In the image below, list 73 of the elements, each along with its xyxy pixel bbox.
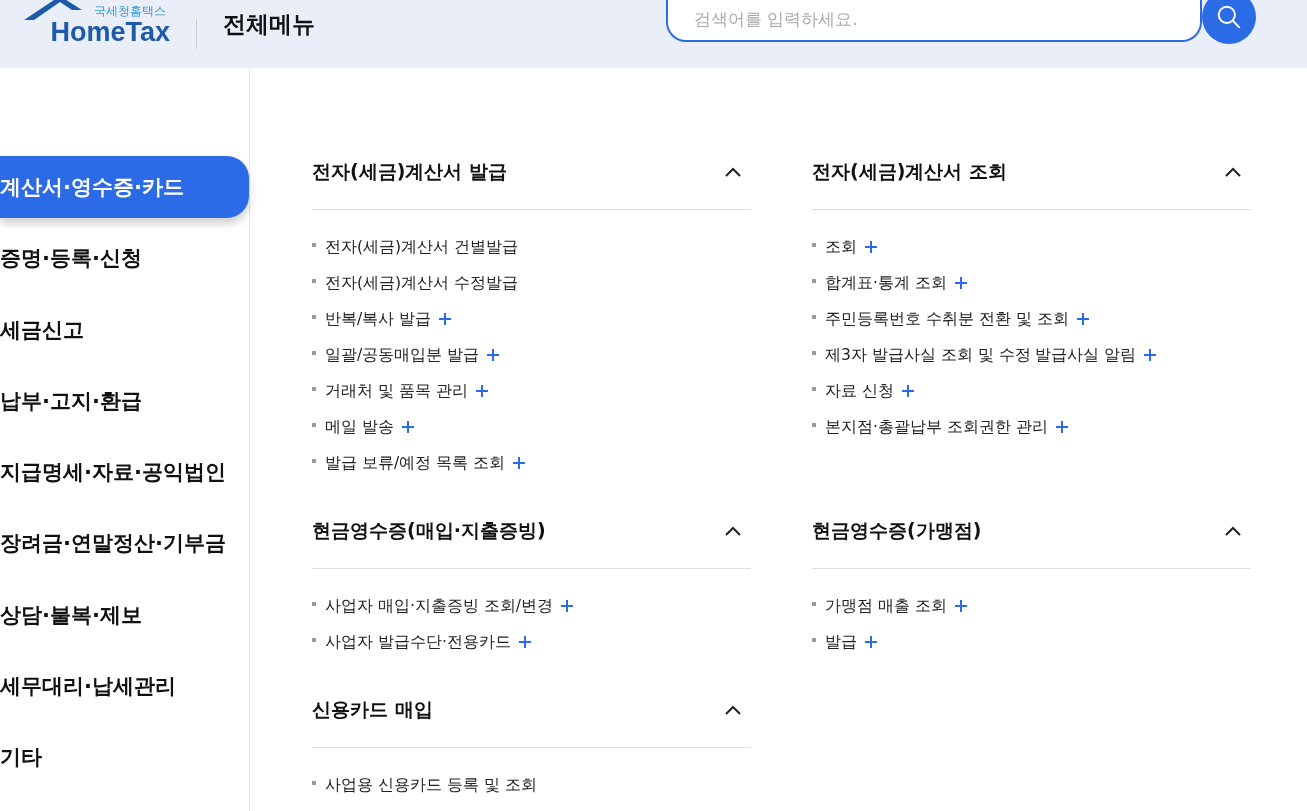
bullet-icon: [812, 315, 816, 319]
section-title: 전자(세금)계산서 조회: [812, 158, 1007, 184]
page-title: 전체메뉴: [223, 9, 315, 39]
menu-link[interactable]: 일괄/공동매입분 발급: [325, 344, 480, 366]
menu-link[interactable]: 주민등록번호 수취분 전환 및 조회: [825, 308, 1069, 330]
plus-icon[interactable]: [475, 385, 488, 397]
sidebar-item[interactable]: 증명·등록·신청: [0, 227, 249, 290]
section-title: 전자(세금)계산서 발급: [312, 158, 507, 184]
plus-icon[interactable]: [518, 636, 531, 648]
menu-link[interactable]: 합계표·통계 조회: [825, 272, 947, 294]
section-title: 신용카드 매입: [312, 696, 433, 722]
section-title: 현금영수증(매입·지출증빙): [312, 517, 546, 543]
menu-link[interactable]: 가맹점 매출 조회: [825, 595, 947, 617]
plus-icon[interactable]: [401, 421, 414, 433]
bullet-icon: [812, 243, 816, 247]
search-field[interactable]: 검색어를 입력하세요.: [666, 0, 1202, 42]
search-icon: [1216, 4, 1242, 30]
plus-icon[interactable]: [865, 636, 877, 648]
bullet-icon: [812, 602, 816, 606]
bullet-icon: [812, 638, 816, 642]
plus-icon[interactable]: [561, 600, 573, 612]
plus-icon[interactable]: [1055, 421, 1068, 433]
menu-link[interactable]: 자료 신청: [825, 380, 894, 402]
menu-link[interactable]: 발급: [825, 631, 857, 653]
sidebar-item[interactable]: 계산서·영수증·카드: [0, 156, 249, 218]
bullet-icon: [312, 315, 316, 319]
bullet-icon: [812, 387, 816, 391]
bullet-icon: [312, 279, 316, 283]
search-button[interactable]: [1202, 0, 1256, 44]
bullet-icon: [812, 423, 816, 427]
sidebar-item[interactable]: 장려금·연말정산·기부금: [0, 512, 249, 575]
search-input[interactable]: 검색어를 입력하세요.: [694, 9, 1174, 29]
logo-wordmark: HomeTax: [50, 18, 170, 46]
bullet-icon: [812, 351, 816, 355]
menu-link[interactable]: 전자(세금)계산서 수정발급: [325, 272, 519, 294]
bullet-icon: [312, 243, 316, 247]
sidebar-item[interactable]: 세금신고: [0, 298, 249, 361]
bullet-icon: [812, 279, 816, 283]
hometax-logo[interactable]: 국세청홈택스 HomeTax: [20, 0, 170, 68]
bullet-icon: [312, 387, 316, 391]
plus-icon[interactable]: [513, 457, 525, 469]
menu-link[interactable]: 제3자 발급사실 조회 및 수정 발급사실 알림: [825, 344, 1137, 366]
sidebar-item[interactable]: 상담·불복·제보: [0, 583, 249, 646]
bullet-icon: [312, 423, 316, 427]
section-title: 현금영수증(가맹점): [812, 517, 982, 543]
plus-icon[interactable]: [954, 277, 967, 289]
plus-icon[interactable]: [487, 349, 500, 361]
menu-link[interactable]: 사업자 발급수단·전용카드: [325, 631, 511, 653]
menu-link[interactable]: 거래처 및 품목 관리: [325, 380, 468, 402]
bullet-icon: [312, 351, 316, 355]
plus-icon[interactable]: [954, 600, 967, 612]
logo-subtitle: 국세청홈택스: [94, 4, 166, 18]
menu-link[interactable]: 전자(세금)계산서 건별발급: [325, 236, 519, 258]
bullet-icon: [312, 459, 316, 463]
menu-link[interactable]: 사업자 매입·지출증빙 조회/변경: [325, 595, 553, 617]
bullet-icon: [312, 602, 316, 606]
menu-link[interactable]: 메일 발송: [325, 416, 394, 438]
plus-icon[interactable]: [439, 313, 452, 325]
menu-link[interactable]: 발급 보류/예정 목록 조회: [325, 452, 505, 474]
menu-link[interactable]: 반복/복사 발급: [325, 308, 432, 330]
sidebar-item[interactable]: 지급명세·자료·공익법인: [0, 441, 249, 503]
menu-link[interactable]: 사업용 신용카드 등록 및 조회: [325, 774, 537, 796]
plus-icon[interactable]: [1144, 349, 1157, 361]
sidebar-item[interactable]: 납부·고지·환급: [0, 369, 249, 432]
plus-icon[interactable]: [865, 241, 877, 253]
bullet-icon: [312, 781, 316, 785]
sidebar-item[interactable]: 세무대리·납세관리: [0, 654, 249, 717]
bullet-icon: [312, 638, 316, 642]
plus-icon[interactable]: [1076, 313, 1089, 325]
menu-link[interactable]: 조회: [825, 236, 857, 258]
sidebar-item[interactable]: 기타: [0, 726, 249, 788]
plus-icon[interactable]: [901, 385, 914, 397]
menu-link[interactable]: 본지점·총괄납부 조회권한 관리: [825, 416, 1048, 438]
